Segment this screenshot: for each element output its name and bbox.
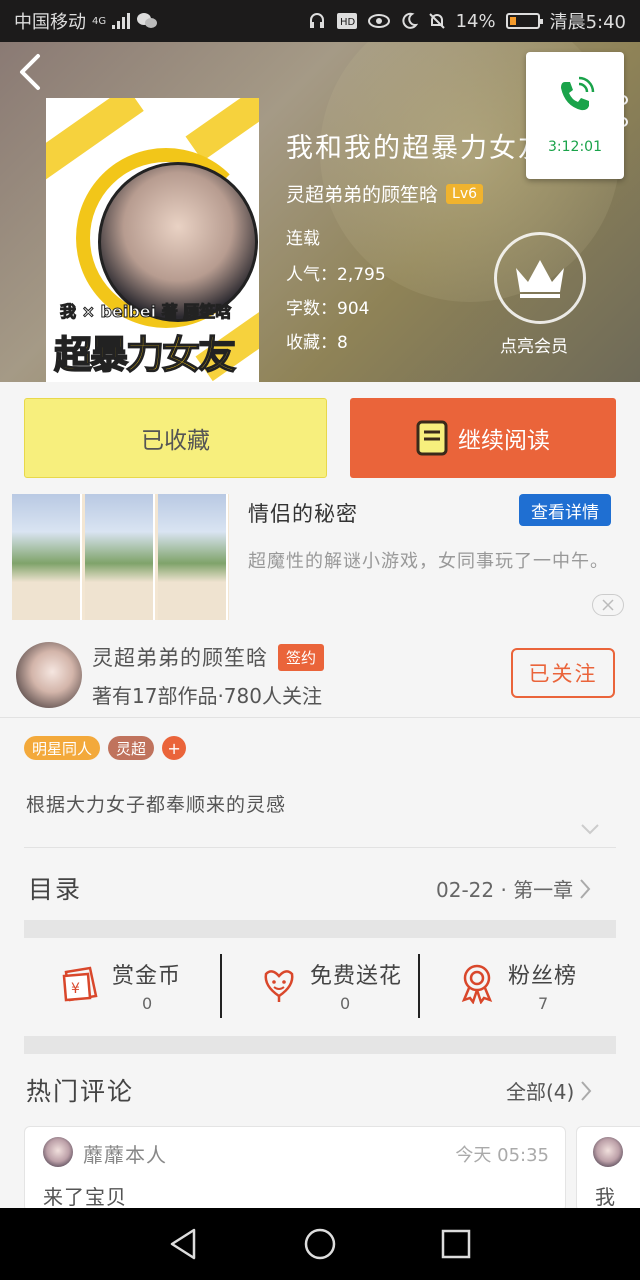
headset-icon: [309, 13, 324, 28]
ad-title: 情侣的秘密: [248, 502, 358, 526]
network-label: 4G: [92, 15, 107, 27]
comment-text: 我: [595, 1185, 616, 1209]
all-comments-link[interactable]: 全部(4): [506, 1076, 592, 1105]
battery-percent: 14%: [455, 10, 496, 32]
word-count-value: 904: [337, 299, 370, 319]
flower-icon: [264, 970, 294, 1002]
comment-text: 来了宝贝: [43, 1185, 127, 1209]
ad-details-button[interactable]: 查看详情: [519, 494, 611, 526]
chevron-right-icon: [580, 878, 591, 899]
toc-title: 目录: [28, 875, 83, 904]
fan-ranking-label: 粉丝榜: [508, 964, 578, 989]
reward-coins-button[interactable]: ¥ 赏金币 0: [24, 952, 220, 1020]
cover-title: 超暴力女友: [53, 332, 237, 378]
popularity-row: 人气：2,795: [286, 265, 386, 285]
hd-icon: HD: [336, 13, 357, 29]
favorites-row: 收藏：8: [286, 333, 348, 353]
author-row: 灵超弟弟的顾笙晗 签约 著有17部作品·780人关注 已关注: [0, 636, 640, 718]
carrier-label: 中国移动: [14, 12, 86, 33]
comment-time: 今天 05:35: [455, 1145, 549, 1166]
followed-button[interactable]: 已关注: [511, 648, 615, 698]
commenter-avatar[interactable]: [43, 1137, 73, 1167]
mute-bell-icon: [428, 13, 445, 29]
author-name-row[interactable]: 灵超弟弟的顾笙晗 签约: [92, 642, 325, 672]
signal-icon: [112, 13, 131, 29]
all-comments-label: 全部(4): [506, 1080, 575, 1104]
toc-latest-chapter[interactable]: 02-22 · 第一章: [436, 874, 591, 903]
continue-reading-label: 继续阅读: [458, 428, 550, 454]
phone-icon: [561, 76, 595, 111]
divider: [24, 847, 616, 848]
battery-icon: [505, 13, 543, 29]
signed-badge: 签约: [278, 643, 325, 671]
fan-ranking-value: 7: [538, 994, 549, 1013]
send-flower-label: 免费送花: [310, 964, 403, 989]
tag-list: 明星同人 灵超 +: [24, 736, 187, 760]
book-intro: 根据大力女子都奉顺来的灵感: [26, 794, 287, 816]
tag-item[interactable]: 灵超: [108, 736, 155, 760]
reward-coins-value: 0: [142, 994, 153, 1013]
add-tag-button[interactable]: +: [162, 736, 187, 760]
commenter-name: 蘼蘼本人: [83, 1143, 167, 1167]
fan-ranking-button[interactable]: 粉丝榜 7: [420, 952, 616, 1020]
section-divider: [24, 1036, 616, 1054]
tag-item[interactable]: 明星同人: [24, 736, 101, 760]
favorites-value: 8: [337, 333, 348, 353]
crown-icon: [516, 260, 564, 298]
reward-coins-label: 赏金币: [112, 964, 182, 989]
call-duration: 3:12:01: [548, 139, 602, 155]
commenter-avatar[interactable]: [593, 1137, 623, 1167]
author-stats: 著有17部作品·780人关注: [92, 684, 322, 708]
book-cover[interactable]: 我 × beibei 著 顾笙晗 超暴力女友: [46, 98, 259, 382]
level-badge: Lv6: [446, 183, 484, 204]
favorited-button[interactable]: 已收藏: [24, 398, 327, 478]
ad-close-icon[interactable]: [592, 594, 624, 616]
author-name: 灵超弟弟的顾笙晗: [92, 646, 268, 670]
wechat-icon: [137, 13, 158, 28]
eye-icon: [367, 14, 390, 28]
moon-icon: [401, 12, 418, 29]
continue-reading-button[interactable]: 继续阅读: [350, 398, 616, 478]
word-count-row: 字数：904: [286, 299, 370, 319]
author-avatar[interactable]: [16, 642, 82, 708]
action-buttons: 已收藏 继续阅读: [24, 398, 616, 478]
hot-comments-title: 热门评论: [26, 1077, 135, 1106]
ad-description: 超魔性的解谜小游戏，女同事玩了一中午。: [248, 551, 609, 572]
ad-image[interactable]: [12, 494, 229, 620]
nav-back-icon[interactable]: [166, 1226, 202, 1262]
call-overlay[interactable]: 3:12:01: [526, 52, 624, 179]
comment-card[interactable]: 我: [576, 1126, 640, 1212]
nav-recents-icon[interactable]: [438, 1226, 474, 1262]
book-title: 我和我的超暴力女友: [286, 133, 547, 164]
book-author-name: 灵超弟弟的顾笙晗: [286, 184, 439, 206]
cover-credit: 我 × beibei 著 顾笙晗: [59, 302, 232, 322]
nav-home-icon[interactable]: [302, 1226, 338, 1262]
svg-text:¥: ¥: [71, 981, 80, 997]
vip-button[interactable]: [494, 232, 586, 324]
book-status: 连载: [286, 229, 320, 249]
comment-card[interactable]: 蘼蘼本人 今天 05:35 来了宝贝: [24, 1126, 566, 1212]
back-arrow-icon[interactable]: [16, 52, 46, 92]
ad-banner[interactable]: 情侣的秘密 查看详情 超魔性的解谜小游戏，女同事玩了一中午。: [12, 490, 628, 624]
book-icon: [416, 420, 448, 456]
latest-chapter-label: 02-22 · 第一章: [436, 878, 574, 902]
popularity-value: 2,795: [337, 265, 386, 285]
vip-label: 点亮会员: [500, 337, 568, 357]
chevron-right-icon: [581, 1080, 592, 1101]
expand-chevron-icon[interactable]: [580, 822, 600, 836]
red-envelope-icon: ¥: [62, 966, 98, 1002]
send-flower-button[interactable]: 免费送花 0: [222, 952, 418, 1020]
section-divider: [24, 920, 616, 938]
book-author[interactable]: 灵超弟弟的顾笙晗 Lv6: [286, 180, 484, 207]
svg-text:HD: HD: [340, 17, 356, 28]
clock: 清晨5:40: [549, 12, 626, 33]
medal-icon: [461, 964, 493, 1004]
status-bar: 中国移动 4G HD 14% 清晨5:40: [0, 0, 640, 42]
system-nav-bar: [0, 1208, 640, 1280]
send-flower-value: 0: [340, 994, 351, 1013]
support-stats: ¥ 赏金币 0 免费送花 0 粉丝榜 7: [24, 952, 616, 1020]
